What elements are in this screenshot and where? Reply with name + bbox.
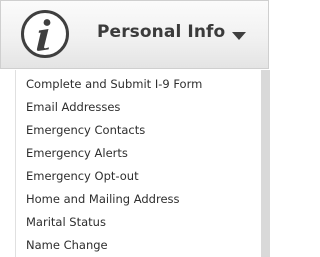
menu-item-emergency-opt-out[interactable]: Emergency Opt-out <box>26 168 202 191</box>
menu-item-i9-form[interactable]: Complete and Submit I-9 Form <box>26 76 202 99</box>
personal-info-dropdown: Personal Info Complete and Submit I-9 Fo… <box>0 0 270 257</box>
menu-item-marital-status[interactable]: Marital Status <box>26 214 202 237</box>
menu-item-name-change[interactable]: Name Change <box>26 237 202 257</box>
menu-item-home-mailing-address[interactable]: Home and Mailing Address <box>26 191 202 214</box>
info-icon <box>21 10 69 58</box>
menu-item-emergency-alerts[interactable]: Emergency Alerts <box>26 145 202 168</box>
menu-item-email-addresses[interactable]: Email Addresses <box>26 99 202 122</box>
section-title: Personal Info <box>97 22 226 42</box>
personal-info-header[interactable]: Personal Info <box>0 0 269 69</box>
chevron-down-icon[interactable] <box>232 32 246 40</box>
menu-item-emergency-contacts[interactable]: Emergency Contacts <box>26 122 202 145</box>
scrollbar[interactable] <box>261 70 270 257</box>
menu-list: Complete and Submit I-9 Form Email Addre… <box>26 76 202 257</box>
